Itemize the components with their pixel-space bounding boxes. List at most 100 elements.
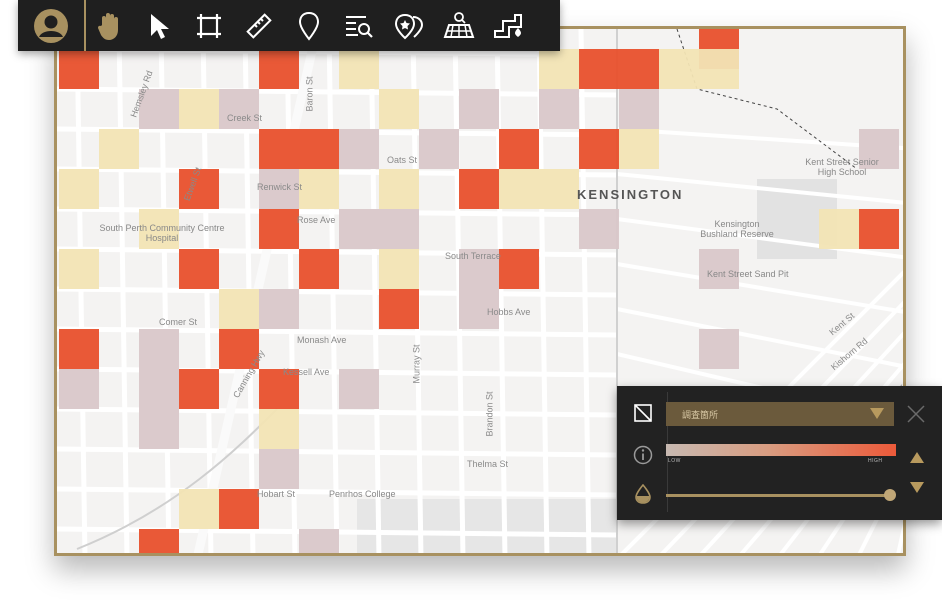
street-label: Renwick St [257,182,303,192]
heat-cell-low [539,49,579,89]
select-area-tool-button[interactable] [184,0,234,51]
select-area-icon [197,13,221,38]
move-up-icon[interactable] [910,452,924,463]
heat-cell-low [619,129,659,169]
heat-cell-high [499,249,539,289]
heat-cell-high [499,129,539,169]
heat-cell-high [299,129,339,169]
street [57,286,618,298]
opacity-button[interactable] [633,484,653,504]
opacity-slider-track[interactable] [666,494,888,497]
heat-cell-low [339,49,379,89]
heat-cell-mid [299,529,339,553]
street-label: South Terrace [445,251,501,261]
heat-cell-mid [259,449,299,489]
heat-cell-high [459,169,499,209]
heat-cell-high [619,49,659,89]
info-button[interactable] [633,445,653,465]
street [116,29,130,553]
street-label: Murray St [411,344,422,384]
heat-cell-high [259,49,299,89]
heat-cell-low [59,169,99,209]
close-button[interactable] [906,404,926,424]
street-label: Creek St [227,113,263,123]
chevron-down-icon [870,408,884,419]
pointer-tool-button[interactable] [134,0,184,51]
no-fill-button[interactable] [633,403,653,423]
heat-cell-mid [699,329,739,369]
hand-tool-button[interactable] [84,0,134,51]
street-label: Hobbs Ave [487,307,531,317]
park-area [357,499,617,553]
district-label: KENSINGTON [577,187,684,202]
layer-select-value: 調査箇所 [682,410,719,420]
street [74,29,88,553]
heat-cell-high [59,49,99,89]
heat-cell-high [179,369,219,409]
street-label: Brandon St [484,391,495,437]
street-label: Oats St [387,155,418,165]
heat-cell-high [139,529,179,553]
heat-cell-low [499,169,539,209]
heat-cell-high [379,289,419,329]
profile-button[interactable] [18,0,84,51]
heat-cell-low [379,249,419,289]
location-pin-icon [298,11,320,41]
heat-cell-high [299,249,339,289]
heat-cell-mid [379,209,419,249]
heat-cell-low [99,129,139,169]
street-label: Monash Ave [297,335,347,345]
pipeline-tool-button[interactable] [484,0,534,51]
info-icon [633,445,653,465]
map-search-icon [443,11,475,38]
heat-cell-mid [139,369,179,409]
street-label: Rose Ave [297,215,336,225]
heat-cell-high [579,129,619,169]
gradient-high-label: HIGH [868,458,883,464]
pipeline-icon [494,13,522,38]
pointer-icon [151,13,169,39]
heat-cell-low [659,49,699,89]
heat-cell-mid [459,89,499,129]
heat-cell-low [699,49,739,89]
ruler-tool-button[interactable] [234,0,284,51]
heat-cell-low [379,169,419,209]
poi-label: Kensington Bushland Reserve [700,219,774,239]
close-icon [907,405,925,423]
street-label: Comer St [159,317,198,327]
street-label: Thelma St [467,459,509,469]
heat-cell-mid [139,329,179,369]
heat-cell-low [179,489,219,529]
hand-icon [97,12,118,40]
map-search-tool-button[interactable] [434,0,484,51]
poi-label: Kent Street Sand Pit [707,269,789,279]
street-label: Kessell Ave [283,367,330,377]
heat-cell-low [259,409,299,449]
gradient-low-label: LOW [668,458,681,464]
poi-label: Penrhos College [329,489,396,499]
heat-cell-mid [619,89,659,129]
layer-select-dropdown[interactable]: 調査箇所 [666,402,894,426]
heat-cell-mid [539,89,579,129]
heat-cell-high [59,329,99,369]
heat-cell-high [219,489,259,529]
poi-tool-button[interactable] [384,0,434,51]
street-label: Hobart St [257,489,296,499]
heat-cell-mid [219,89,259,129]
heat-cell-mid [339,209,379,249]
heat-cell-mid [259,289,299,329]
heat-cell-low [819,209,859,249]
heat-cell-mid [339,129,379,169]
move-down-icon[interactable] [910,482,924,493]
heat-cell-high [259,209,299,249]
list-search-tool-button[interactable] [334,0,384,51]
location-tool-button[interactable] [284,0,334,51]
heat-cell-low [59,249,99,289]
map-toolbar [18,0,560,51]
heat-cell-low [539,169,579,209]
heat-cell-mid [579,209,619,249]
heat-cell-low [379,89,419,129]
opacity-slider-thumb[interactable] [884,489,896,501]
color-gradient-bar [666,444,896,456]
opacity-drop-icon [635,484,651,504]
